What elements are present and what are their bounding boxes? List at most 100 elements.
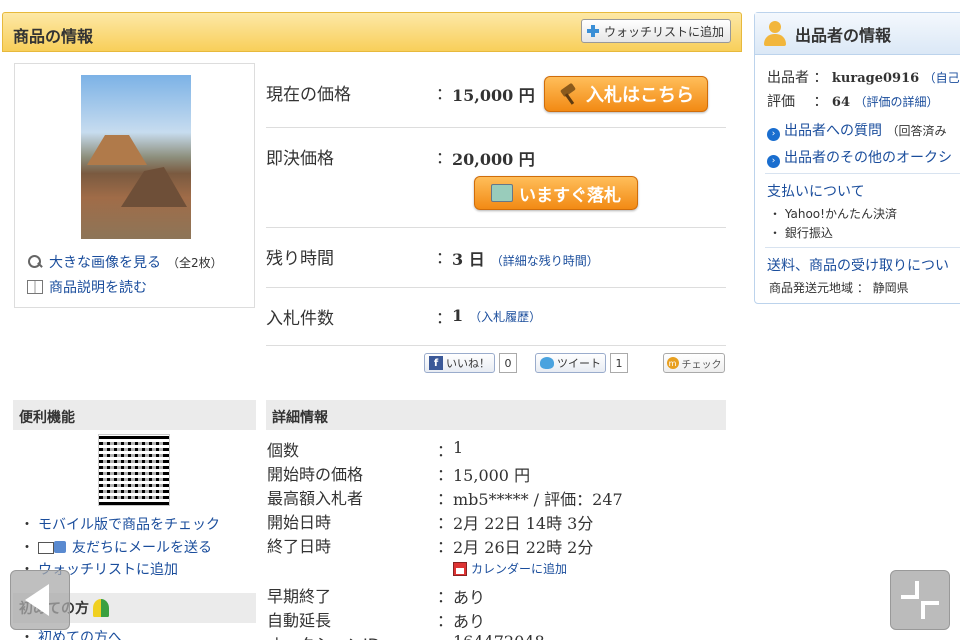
add-to-calendar-label[interactable]: カレンダーに追加 <box>471 560 567 577</box>
send-mail-label[interactable]: 友だちにメールを送る <box>72 537 212 557</box>
detail-label: 開始時の価格 <box>267 465 364 484</box>
seller-info-panel: 出品者の情報 出品者 ： kurage0916 （自己紹介 評価 ： 64 （評… <box>754 12 960 304</box>
detail-label: オークションID <box>267 631 380 640</box>
check-button[interactable]: m チェック <box>663 353 725 373</box>
social-buttons: f いいね！ 0 ツイート 1 <box>424 353 628 373</box>
buyout-price-row: 即決価格 ： 20,000 円 いますぐ落札 <box>266 128 726 228</box>
add-to-calendar-link[interactable]: カレンダーに追加 <box>453 560 567 577</box>
view-large-image-link[interactable]: 大きな画像を見る （全2枚） <box>27 252 223 272</box>
seller-rating-row: 評価 ： 64 （評価の詳細） <box>767 94 939 110</box>
image-count: （全2枚） <box>167 255 223 270</box>
back-arrow-icon <box>25 584 49 616</box>
colon: ： <box>437 465 454 484</box>
seller-rating-label: 評価 <box>767 94 795 110</box>
facebook-icon: f <box>429 356 443 370</box>
colon: ： <box>436 248 453 267</box>
watchlist-button-label: ウォッチリストに追加 <box>603 24 724 39</box>
bid-history-link[interactable]: （入札履歴） <box>469 310 541 324</box>
twitter-icon <box>540 357 554 369</box>
mobile-check-link[interactable]: ・ モバイル版で商品をチェック <box>20 514 220 534</box>
remaining-time-detail-link[interactable]: （詳細な残り時間） <box>491 254 599 268</box>
colon: ： <box>437 537 454 556</box>
detail-value: 164472048 <box>453 632 545 640</box>
add-to-watchlist-button[interactable]: ウォッチリストに追加 <box>580 19 731 43</box>
remaining-time-text: 3 日 <box>452 250 485 269</box>
book-icon <box>27 280 43 294</box>
ask-seller-label[interactable]: 出品者への質問 <box>784 123 882 139</box>
exit-fullscreen-button[interactable] <box>890 570 950 630</box>
bid-count-row: 入札件数 ： 1 （入札履歴） <box>266 288 726 346</box>
colon: ： <box>437 489 454 508</box>
mobile-check-label[interactable]: モバイル版で商品をチェック <box>38 514 220 534</box>
read-description-link[interactable]: 商品説明を読む <box>27 277 147 297</box>
buyout-price-value: 20,000 円 <box>452 150 535 169</box>
auction-page: 商品の情報 ウォッチリストに追加 大きな画像を見る （全2枚） 商品説明を読む … <box>0 0 960 640</box>
seller-name-label: 出品者 <box>767 70 809 86</box>
bid-count-label: 入札件数 <box>266 309 334 329</box>
view-large-image-label[interactable]: 大きな画像を見る <box>49 252 161 272</box>
shipping-origin-label: 商品発送元地域 <box>769 281 854 295</box>
detail-value: 15,000 円 <box>453 466 531 485</box>
plus-icon <box>586 24 600 38</box>
colon: ： <box>437 441 454 460</box>
seller-name-row: 出品者 ： kurage0916 （自己紹介 <box>767 67 960 87</box>
shipping-info-link[interactable]: 送料、商品の受け取りについ <box>767 255 949 275</box>
rating-detail-link[interactable]: （評価の詳細） <box>854 95 938 109</box>
like-label: いいね！ <box>446 357 490 370</box>
colon: ： <box>437 631 453 640</box>
bullet: ・ <box>20 540 34 556</box>
colon: ： <box>436 148 453 167</box>
user-icon <box>763 20 787 47</box>
buyout-price-label: 即決価格 <box>266 149 334 169</box>
seller-other-auctions-label[interactable]: 出品者のその他のオークシ <box>784 150 952 166</box>
calendar-icon <box>453 561 467 576</box>
colon: ： <box>437 587 454 606</box>
like-button[interactable]: f いいね！ <box>424 353 495 373</box>
colon: ： <box>436 84 453 103</box>
seller-rating-value: 64 <box>831 95 850 110</box>
remaining-time-value: 3 日 （詳細な残り時間） <box>452 246 599 270</box>
bid-count-value: 1 （入札履歴） <box>452 306 541 325</box>
payment-method-item: ・ Yahoo!かんたん決済 <box>769 207 897 221</box>
shipping-origin-value: 静岡県 <box>872 281 909 295</box>
tweet-button[interactable]: ツイート <box>535 353 606 373</box>
product-info-header: 商品の情報 ウォッチリストに追加 <box>2 12 742 52</box>
detail-value: 2月 26日 22時 2分 <box>453 538 594 557</box>
detail-label: 個数 <box>267 441 300 460</box>
read-description-label[interactable]: 商品説明を読む <box>49 277 147 297</box>
divider <box>765 247 960 248</box>
product-photo[interactable] <box>81 75 191 239</box>
detail-label: 最高額入札者 <box>267 489 364 508</box>
beginner-mark-icon <box>93 599 109 617</box>
seller-profile-link[interactable]: （自己紹介 <box>924 71 960 85</box>
back-button[interactable] <box>10 570 70 630</box>
colon: ： <box>437 611 454 630</box>
detail-value: 1 <box>453 438 464 457</box>
magnifier-icon <box>27 254 43 270</box>
ask-seller-link[interactable]: › 出品者への質問 （回答済み <box>767 120 946 141</box>
payment-method-name: 銀行振込 <box>784 226 833 240</box>
tools-header: 便利機能 <box>13 400 256 430</box>
product-image-box: 大きな画像を見る （全2枚） 商品説明を読む <box>14 63 255 308</box>
colon: ： <box>436 308 453 327</box>
product-info-title: 商品の情報 <box>13 27 94 46</box>
arrow-right-icon: › <box>767 155 780 168</box>
answered-note: （回答済み <box>886 124 947 138</box>
seller-other-auctions-link[interactable]: › 出品者のその他のオークシ <box>767 147 952 168</box>
buy-now-button[interactable]: いますぐ落札 <box>474 176 638 210</box>
bullet: ・ <box>20 517 34 533</box>
seller-name-value[interactable]: kurage0916 <box>832 71 919 86</box>
cart-icon <box>491 184 513 202</box>
shrink-arrow-icon <box>921 601 939 619</box>
seller-info-header: 出品者の情報 <box>755 13 960 55</box>
colon: ： <box>437 513 454 532</box>
bid-count-text: 1 <box>452 306 464 325</box>
seller-info-title: 出品者の情報 <box>795 25 892 45</box>
tweet-label: ツイート <box>557 357 601 370</box>
detail-value: あり <box>453 612 486 631</box>
payment-info-link[interactable]: 支払いについて <box>767 181 865 201</box>
send-mail-link[interactable]: ・ 友だちにメールを送る <box>20 537 212 557</box>
bid-button[interactable]: 入札はこちら <box>544 76 708 112</box>
mail-icon <box>38 540 68 554</box>
tweet-count: 1 <box>610 353 628 373</box>
